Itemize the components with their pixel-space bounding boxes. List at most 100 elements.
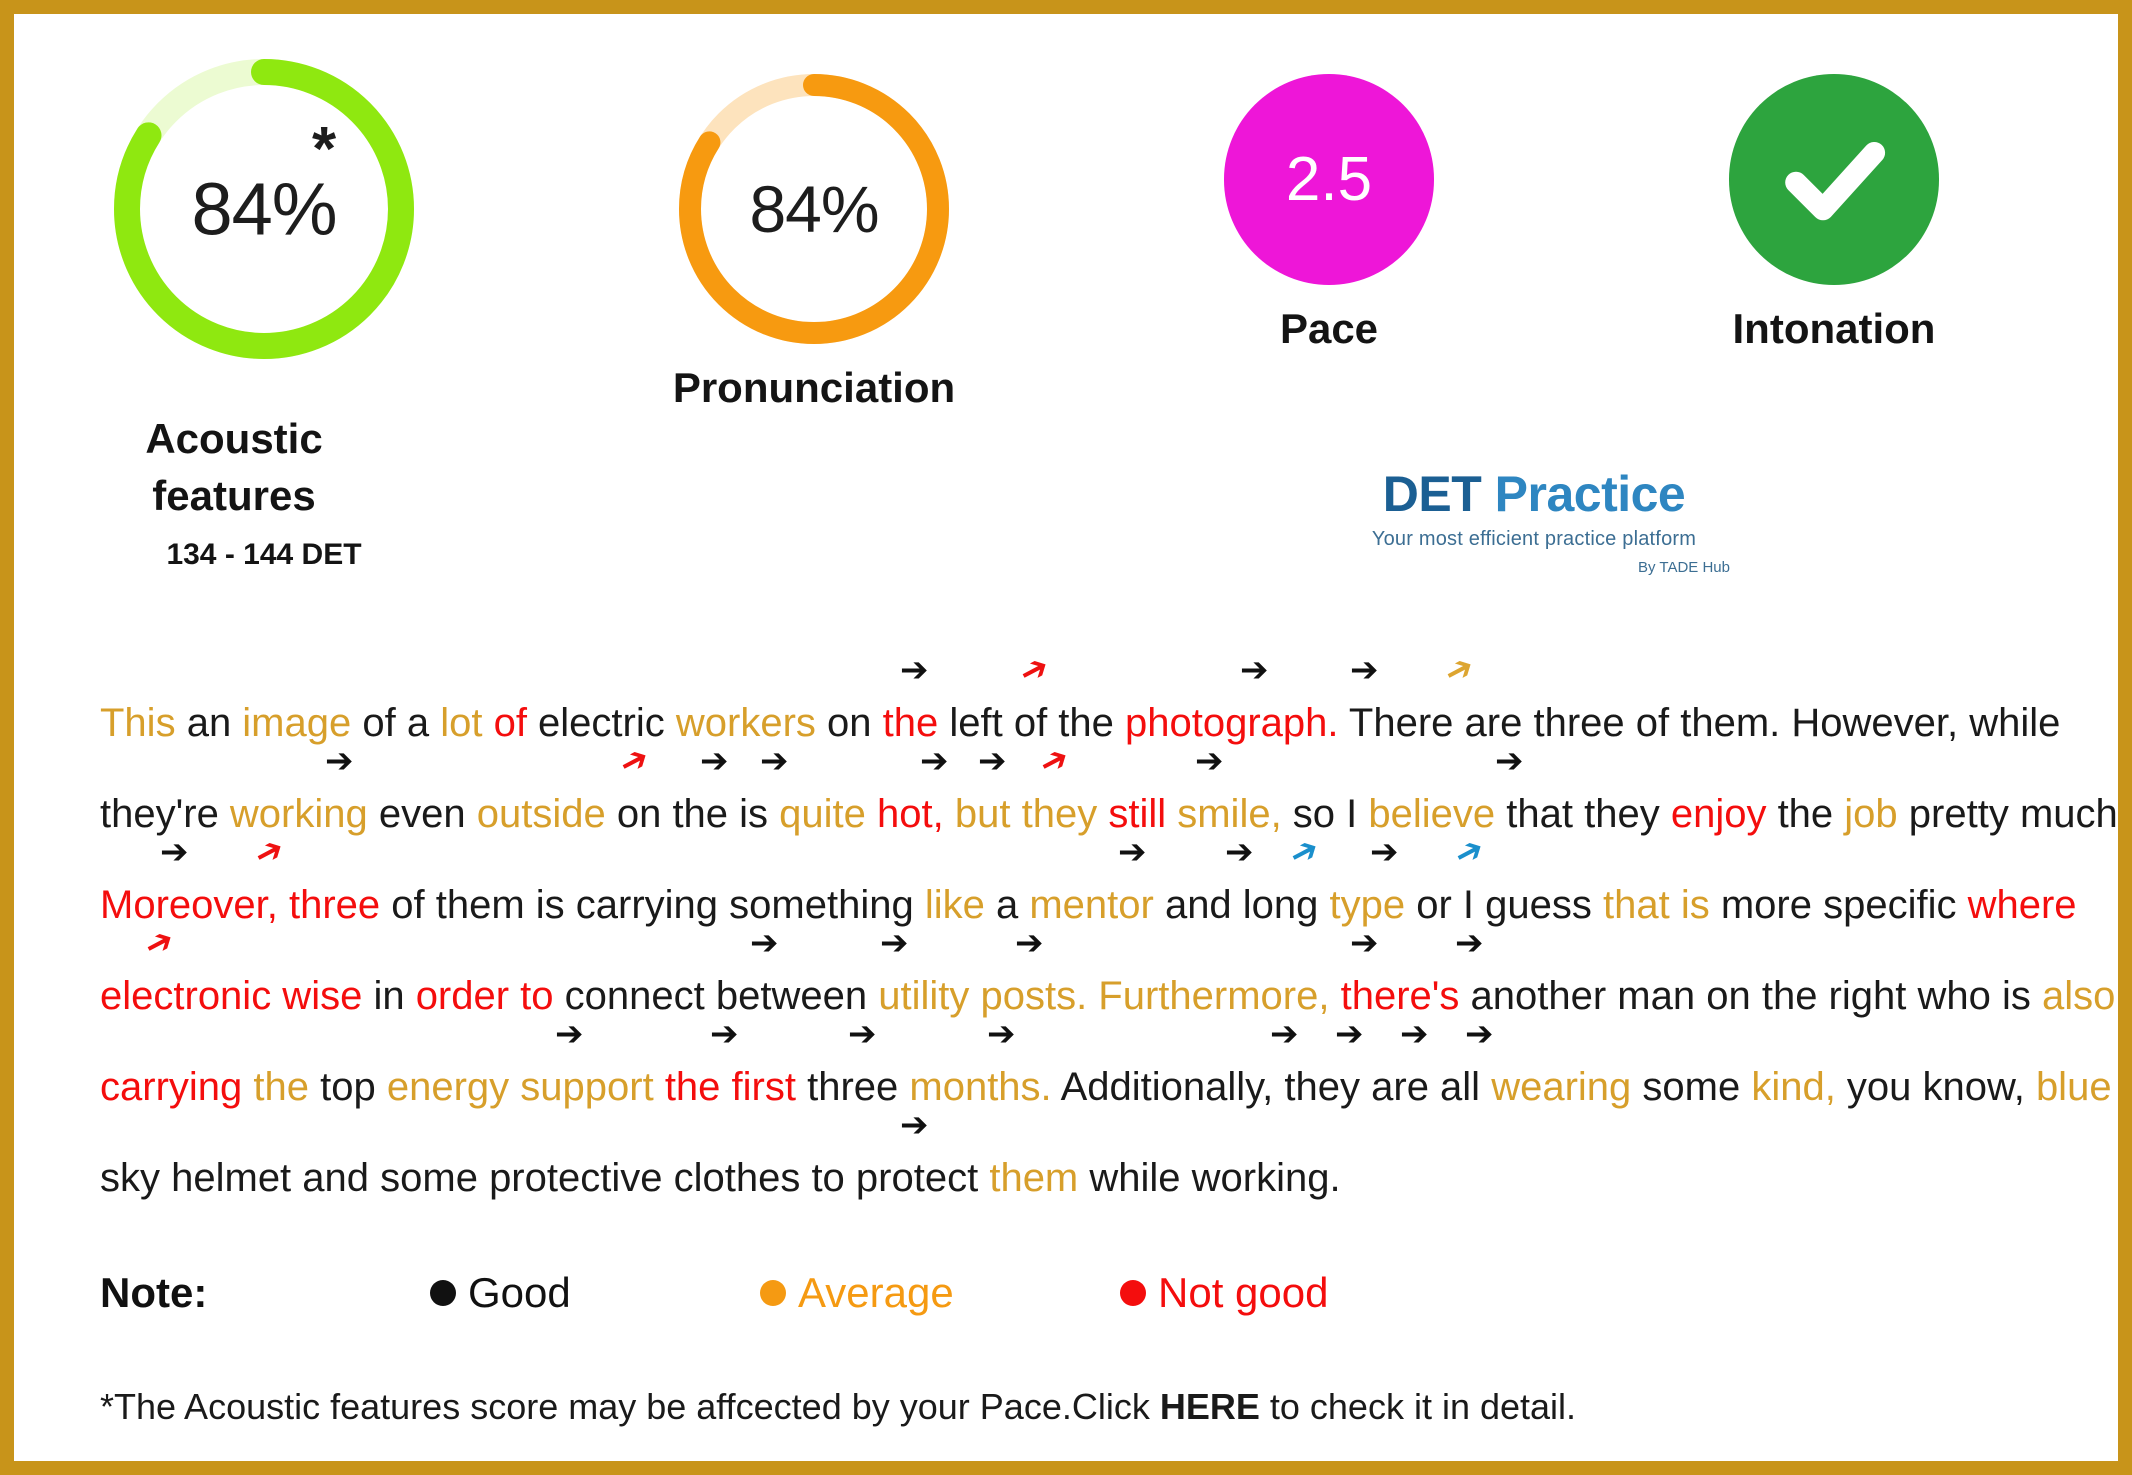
transcript-line: ➔ ➔ ➔ ➔ ➔ ➔ electronic wise in order to connec… <box>100 919 2115 1023</box>
arrow-black-icon: ➔ <box>987 1014 1016 1054</box>
transcript-word: utility posts. Furthermore, <box>878 974 1330 1018</box>
transcript-word: they're <box>100 792 230 836</box>
transcript-word: lot <box>440 701 483 745</box>
transcript-word: the <box>882 701 939 745</box>
metric-pace: 2.5 Pace <box>1119 74 1539 357</box>
transcript-word: of <box>493 701 527 745</box>
transcript-line-text: This an image of a lot of electric worke… <box>100 701 2060 746</box>
footnote-here-link[interactable]: HERE <box>1160 1386 1260 1427</box>
transcript-line: ➔ ➔ ➔ ➔ ➔ ➔ ➔ ➔ carrying the top energy support … <box>100 1017 2112 1114</box>
metric-intonation: Intonation <box>1624 74 2044 357</box>
transcript-word: energy support <box>386 1065 654 1109</box>
arrow-black-icon: ➔ <box>1015 923 1044 963</box>
intonation-check-badge <box>1728 74 1940 285</box>
logo-tagline: Your most efficient practice platform <box>1371 528 1697 550</box>
transcript-word: like <box>924 883 985 927</box>
check-icon <box>1785 141 1886 220</box>
transcript-word: them <box>989 1156 1079 1200</box>
transcript-word: or I guess <box>1405 883 1604 927</box>
transcript-word: still <box>1108 792 1167 836</box>
metric-label-pace: Pace <box>1279 304 1379 352</box>
transcript-word: sky helmet and some protective clothes t… <box>100 1156 990 1200</box>
metric-sublabel-acoustic-features: 134 - 144 DET <box>166 538 362 572</box>
transcript-line-text: carrying the top energy support the firs… <box>100 1065 2112 1110</box>
transcript-word: kind, <box>1751 1065 1836 1109</box>
transcript-line: ➔ ➔ ➔ ➔ ➔ ➔ ➔ ➔ ➔ they're working even outside on… <box>100 737 2118 841</box>
footnote-before: *The Acoustic features score may be affc… <box>100 1386 1160 1427</box>
arrow-black-icon: ➔ <box>760 741 789 781</box>
transcript-word: of a <box>351 701 441 745</box>
report-card: 84% * Acoustic features 134 - 144 DET 84% Pro… <box>14 14 2118 1461</box>
transcript-word <box>242 1065 253 1109</box>
transcript-word: where <box>1967 883 2077 927</box>
transcript-word: a <box>984 883 1030 927</box>
legend-label: Good <box>468 1269 571 1316</box>
metric-pronunciation: 84% Pronunciation <box>624 74 1004 417</box>
arrow-black-icon: ➔ <box>710 1014 739 1054</box>
arrow-black-icon: ➔ <box>1350 650 1379 690</box>
arrow-black-icon: ➔ <box>750 923 779 963</box>
arrow-black-icon: ➔ <box>1118 832 1147 872</box>
transcript-word: on the is <box>605 792 780 836</box>
det-practice-logo: DET Practice Your most efficient practic… <box>1314 469 1754 576</box>
gauge-ring-pronunciation: 84% <box>679 74 949 344</box>
transcript-text: ➔ ➔ ➔ ➔ ➔ This an image of a lot of electric … <box>100 646 2118 1205</box>
transcript-word: Additionally, they are all <box>1051 1065 1492 1109</box>
transcript-line-text: Moreover, three of them is carrying some… <box>100 883 2077 928</box>
transcript-word: believe <box>1368 792 1496 836</box>
footnote-after: to check it in detail. <box>1259 1386 1577 1427</box>
arrow-black-icon: ➔ <box>900 650 929 690</box>
transcript-word: but they <box>954 792 1098 836</box>
logo-byline: By TADE Hub <box>1638 559 1730 576</box>
transcript-word: working <box>229 792 368 836</box>
arrow-black-icon: ➔ <box>555 1014 584 1054</box>
transcript-word: another man on the right who is <box>1459 974 2042 1018</box>
gauge-ring-acoustic-features: 84% * <box>114 59 414 359</box>
metrics-row: 84% * Acoustic features 134 - 144 DET 84% Pro… <box>14 14 2114 614</box>
transcript-word: wearing <box>1491 1065 1632 1109</box>
transcript-word: more specific <box>1709 883 1968 927</box>
transcript-word: that is <box>1603 883 1710 927</box>
transcript-word: also <box>2041 974 2116 1018</box>
transcript-word: Moreover, three <box>100 883 381 927</box>
legend-item-average: Average <box>760 1269 1120 1317</box>
legend-items: Good Average Not good <box>430 1269 1328 1317</box>
transcript-word: top <box>309 1065 387 1109</box>
transcript-word: in <box>362 974 416 1018</box>
metric-acoustic-features: 84% * Acoustic features 134 - 144 DET <box>54 59 474 572</box>
transcript-word: connect between <box>553 974 879 1018</box>
transcript-line-text: sky helmet and some protective clothes t… <box>100 1156 1341 1201</box>
transcript-word: smile, <box>1177 792 1282 836</box>
metric-label-pronunciation: Pronunciation <box>672 364 956 411</box>
arrow-black-icon: ➔ <box>1195 741 1224 781</box>
transcript-word: order to <box>415 974 554 1018</box>
legend-title: Note: <box>100 1269 208 1316</box>
legend-dot-icon <box>760 1280 786 1306</box>
metric-value-pace: 2.5 <box>1285 144 1373 214</box>
logo-wordmark: DET Practice <box>1314 469 1754 519</box>
arrow-black-icon: ➔ <box>880 923 909 963</box>
arrow-black-icon: ➔ <box>700 741 729 781</box>
transcript-word: electric <box>526 701 676 745</box>
arrow-red-icon: ➔ <box>1012 645 1057 695</box>
pace-score-badge: 2.5 <box>1223 74 1435 285</box>
arrow-black-icon: ➔ <box>1350 923 1379 963</box>
transcript-word: hot, <box>877 792 944 836</box>
transcript-line: ➔ sky helmet and some protective clothes … <box>100 1108 2060 1205</box>
footnote: *The Acoustic features score may be affc… <box>100 1386 1576 1428</box>
transcript-word <box>944 792 955 836</box>
transcript-word: electronic wise <box>100 974 363 1018</box>
arrow-black-icon: ➔ <box>1270 1014 1299 1054</box>
arrow-black-icon: ➔ <box>1495 741 1524 781</box>
arrow-black-icon: ➔ <box>848 1014 877 1054</box>
transcript-word: while working. <box>1078 1156 1341 1200</box>
transcript-word: three <box>795 1065 910 1109</box>
transcript-word: photograph. <box>1125 701 1339 745</box>
transcript-word: the <box>253 1065 309 1109</box>
arrow-gold-icon: ➔ <box>1437 645 1482 695</box>
transcript-word: that they <box>1495 792 1671 836</box>
transcript-word: enjoy <box>1670 792 1767 836</box>
arrow-black-icon: ➔ <box>325 741 354 781</box>
transcript-word <box>866 792 877 836</box>
transcript-word: image <box>242 701 352 745</box>
